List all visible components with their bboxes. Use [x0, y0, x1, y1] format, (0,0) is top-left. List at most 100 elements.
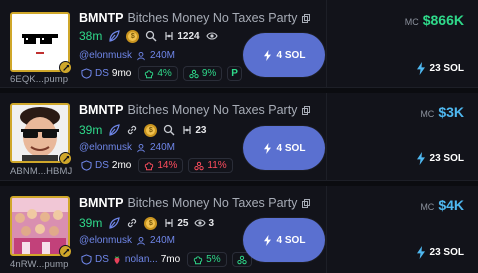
dev-stats-pill[interactable]: DS 9mo — [79, 66, 133, 81]
copy-icon[interactable] — [302, 106, 311, 115]
quick-buy-label: 4 SOL — [276, 49, 306, 61]
top-holders-pill[interactable]: 14% — [138, 158, 184, 173]
dev-stats-pill[interactable]: DS nolan... 7mo — [79, 252, 182, 267]
chef-hat-icon — [145, 161, 154, 170]
lightning-icon — [416, 152, 425, 165]
leaf-icon[interactable] — [108, 124, 121, 136]
market-cap: MC $3K — [420, 104, 464, 120]
dev-age: 7mo — [160, 254, 181, 265]
holders-stat: 1224 — [163, 30, 200, 42]
lightning-icon — [416, 62, 425, 75]
copy-icon[interactable] — [302, 199, 311, 208]
token-row[interactable]: 4nRW...pump BMNTP Bitches Money No Taxes … — [0, 186, 478, 273]
twitter-followers: 240M — [149, 50, 175, 61]
holders-count: 25 — [177, 217, 189, 229]
ds-label: DS — [95, 254, 109, 265]
holders-icon — [165, 219, 173, 227]
token-row[interactable]: ABNM...HBMJ BMNTP Bitches Money No Taxes … — [0, 93, 478, 181]
token-stats: 39m $ 23 — [79, 123, 206, 137]
quick-buy-button[interactable]: 4 SOL — [243, 33, 325, 77]
quick-buy-button[interactable]: 4 SOL — [243, 218, 325, 262]
snipers-icon — [189, 69, 199, 78]
dev-name[interactable]: nolan... — [125, 254, 158, 265]
chef-hat-icon — [194, 255, 203, 264]
token-title: BMNTP Bitches Money No Taxes Party — [79, 11, 311, 25]
lightning-icon — [263, 49, 271, 61]
mc-value: $3K — [438, 104, 464, 120]
copy-icon[interactable] — [302, 14, 311, 23]
chef-hat-icon — [145, 69, 154, 78]
link-icon[interactable] — [126, 217, 138, 229]
views-count: 3 — [208, 217, 215, 229]
token-badges: DS 9mo 4% 9% P — [79, 66, 242, 81]
token-badges: DS 2mo 14% 11% — [79, 158, 233, 173]
dev-shield-icon — [81, 160, 92, 171]
mc-value: $4K — [438, 197, 464, 213]
quick-buy-label: 4 SOL — [276, 234, 306, 246]
token-ticker: BMNTP — [79, 196, 124, 210]
mc-label: MC — [420, 109, 435, 119]
token-age: 38m — [79, 29, 103, 43]
snipers-pct: 11% — [207, 160, 227, 171]
token-address[interactable]: 6EQK...pump — [10, 74, 68, 85]
leaf-icon[interactable] — [108, 217, 121, 229]
paid-badge[interactable]: P — [227, 66, 242, 81]
token-name: Bitches Money No Taxes Party — [127, 103, 298, 117]
views-stat: 3 — [194, 217, 214, 229]
volume-value: 23 SOL — [429, 247, 464, 258]
dev-age: 9mo — [111, 68, 132, 79]
quick-buy-label: 4 SOL — [276, 142, 306, 154]
dev-shield-icon — [81, 68, 92, 79]
row-divider — [0, 87, 478, 88]
twitter-handle[interactable]: @elonmusk — [79, 235, 132, 246]
mc-label: MC — [404, 17, 419, 27]
mc-label: MC — [420, 202, 435, 212]
token-name: Bitches Money No Taxes Party — [127, 11, 298, 25]
token-ticker: BMNTP — [79, 103, 124, 117]
eye-icon[interactable] — [205, 30, 218, 42]
search-icon[interactable] — [163, 124, 175, 136]
token-ticker: BMNTP — [79, 11, 124, 25]
lightning-icon — [263, 142, 271, 154]
lightning-icon — [416, 246, 425, 259]
holders-count: 23 — [195, 124, 207, 136]
party-crowd-image — [12, 198, 68, 254]
twitter-handle[interactable]: @elonmusk — [79, 142, 132, 153]
pump-coin-icon[interactable]: $ — [144, 216, 158, 230]
verified-badge-icon — [59, 61, 72, 74]
token-address[interactable]: 4nRW...pump — [10, 259, 68, 270]
pump-coin-icon[interactable]: $ — [126, 29, 140, 43]
snipers-pill[interactable]: 11% — [188, 158, 233, 173]
holders-icon — [165, 32, 173, 40]
volume-value: 23 SOL — [429, 63, 464, 74]
verified-badge-icon — [59, 245, 72, 258]
token-name: Bitches Money No Taxes Party — [127, 196, 298, 210]
verified-badge-icon — [59, 152, 72, 165]
token-address[interactable]: ABNM...HBMJ — [10, 166, 72, 177]
token-row[interactable]: 6EQK...pump BMNTP Bitches Money No Taxes … — [0, 0, 478, 88]
ds-label: DS — [95, 68, 109, 79]
twitter-followers: 240M — [149, 235, 175, 246]
snipers-pill[interactable]: 9% — [182, 66, 223, 81]
twitter-handle[interactable]: @elonmusk — [79, 50, 132, 61]
twitter-info[interactable]: @elonmusk 240M — [79, 142, 175, 153]
top-holders-pill[interactable]: 5% — [187, 252, 227, 267]
pump-coin-icon[interactable]: $ — [144, 123, 158, 137]
twitter-info[interactable]: @elonmusk 240M — [79, 235, 175, 246]
column-divider — [326, 0, 327, 88]
leaf-icon[interactable] — [108, 30, 121, 42]
twitter-info[interactable]: @elonmusk 240M — [79, 50, 175, 61]
holders-stat: 23 — [181, 124, 206, 136]
top-holders-pct: 4% — [157, 68, 172, 79]
snipers-pct: 9% — [201, 68, 217, 79]
quick-buy-button[interactable]: 4 SOL — [243, 126, 325, 170]
link-icon[interactable] — [126, 124, 138, 136]
user-icon — [137, 51, 145, 60]
holders-stat: 25 — [163, 217, 188, 229]
sunglasses-face-image — [12, 105, 68, 161]
search-icon[interactable] — [145, 30, 157, 42]
volume: 23 SOL — [416, 152, 464, 165]
dev-stats-pill[interactable]: DS 2mo — [79, 158, 133, 173]
top-holders-pill[interactable]: 4% — [138, 66, 178, 81]
volume: 23 SOL — [416, 246, 464, 259]
